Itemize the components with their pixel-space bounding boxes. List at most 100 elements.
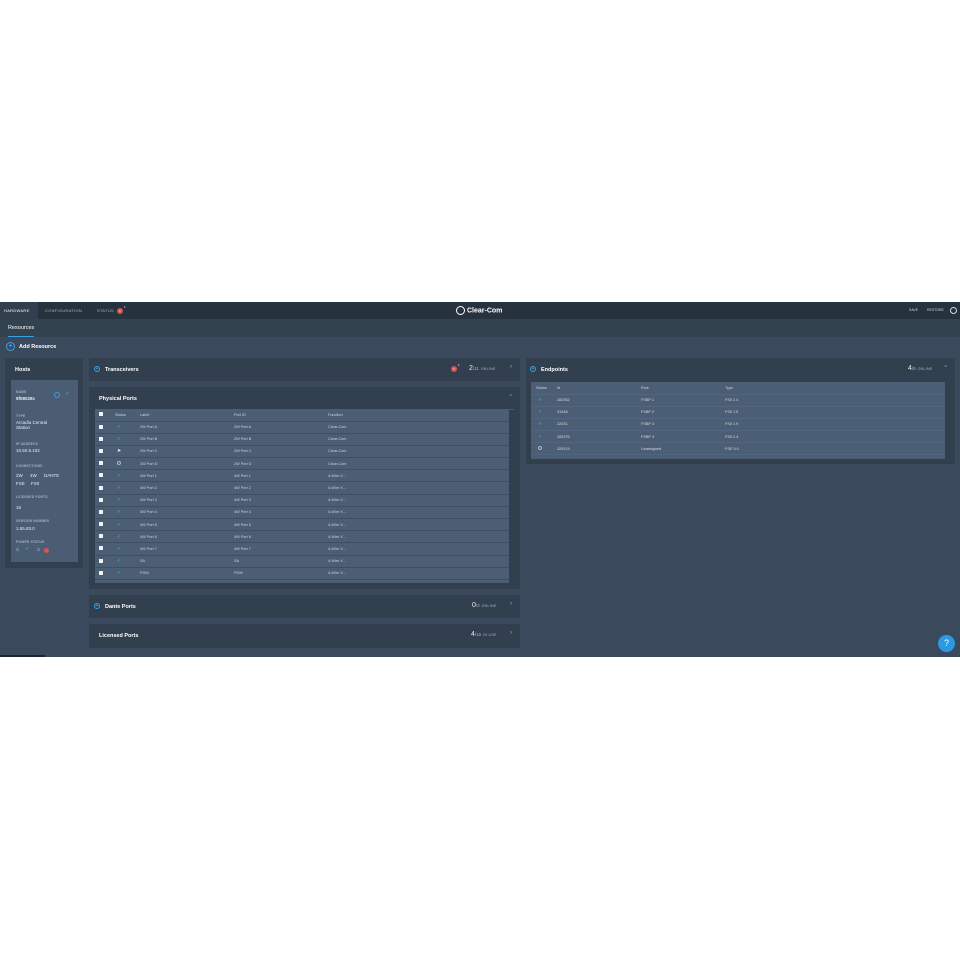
row-checkbox[interactable] xyxy=(99,436,103,441)
physical-ports-panel: Physical Ports › Status Label Port ID Fu… xyxy=(89,387,520,589)
table-row[interactable]: ✓ SA SA 4-Wire X... xyxy=(95,555,509,568)
port-status: ✓ xyxy=(115,470,140,482)
port-id: 4W Port 3 xyxy=(234,498,251,503)
row-checkbox[interactable] xyxy=(99,485,103,490)
add-resource-label: Add Resource xyxy=(19,343,57,350)
table-row[interactable]: ✓ 31448 FSBP 2 FSII 1.9 xyxy=(531,406,945,419)
column-header-type[interactable]: Type xyxy=(725,382,945,394)
table-row[interactable]: ✓ 2W Port B 2W Port B Clear-Com xyxy=(95,433,509,446)
status-alert-badge: × xyxy=(117,307,123,314)
host-settings-icon[interactable] xyxy=(54,392,60,398)
column-header-status[interactable]: Status xyxy=(115,409,140,421)
status-ok-check-icon: ✓ xyxy=(117,558,121,564)
port-status: ✓ xyxy=(115,433,140,445)
tab-hardware[interactable]: HARDWARE xyxy=(0,302,38,319)
mouse-cursor-icon: ➤ xyxy=(117,448,122,455)
column-header-id[interactable]: Id xyxy=(557,382,641,394)
port-label: 4W Port 7 xyxy=(140,546,157,551)
horizontal-scrollbar[interactable] xyxy=(0,655,45,657)
connection-fse: FSE xyxy=(16,481,25,486)
table-row[interactable]: ✓ 4W Port 1 4W Port 1 4-Wire X... xyxy=(95,470,509,482)
restore-button[interactable]: RESTORE xyxy=(927,302,944,319)
table-row[interactable]: ✓ 282976 FSBP 4 FSII 2.4 xyxy=(531,431,945,443)
column-header-label[interactable]: Label xyxy=(140,409,234,421)
power-supply-2-icon: ⏻ xyxy=(37,547,41,552)
row-checkbox[interactable] xyxy=(99,448,103,453)
transceivers-status: ONLINE xyxy=(480,367,496,371)
licensed-ports-panel[interactable]: Licensed Ports 4/16 IN USE › xyxy=(89,624,520,648)
port-status: ✓ xyxy=(115,421,140,433)
table-row[interactable]: 2W Port D 2W Port D Clear-Com xyxy=(95,458,509,470)
table-row[interactable]: ✓ 282952 FSBP 1 FSII 2.4 xyxy=(531,394,945,407)
dante-ports-panel[interactable]: + Dante Ports 0/3 ONLINE › xyxy=(89,595,520,618)
table-row[interactable]: 329219 Unassigned FSE 5.0 xyxy=(531,443,945,455)
table-row[interactable]: ✓ 4W Port 5 4W Port 5 4-Wire X... xyxy=(95,519,509,531)
transceivers-title: Transceivers xyxy=(105,367,139,373)
row-checkbox[interactable] xyxy=(99,570,103,575)
globe-icon[interactable] xyxy=(950,307,957,314)
column-header-role[interactable]: Role xyxy=(641,382,725,394)
column-header-status[interactable]: Status xyxy=(531,382,557,394)
dante-total: /3 xyxy=(475,603,480,608)
dante-ports-expand-icon[interactable]: + xyxy=(94,603,100,609)
help-button[interactable]: ? xyxy=(938,635,955,652)
column-header-port-id[interactable]: Port ID xyxy=(234,409,328,421)
connection-4w: 4W xyxy=(30,473,37,478)
host-name-label: NAME xyxy=(16,390,27,394)
host-name: 9f08028c xyxy=(16,396,36,401)
host-online-check-icon: ✓ xyxy=(65,391,70,397)
endpoints-panel: + Endpoints 4/5 ONLINE › Status Id Role … xyxy=(526,358,955,464)
table-row[interactable]: ✓ PGM PGM 4-Wire X... xyxy=(95,567,509,580)
licensed-ports-chevron-right-icon[interactable]: › xyxy=(510,630,512,636)
table-row[interactable]: ✓ 2W Port A 2W Port A Clear-Com xyxy=(95,421,509,434)
table-row[interactable]: ✓ 4W Port 6 4W Port 6 4-Wire X... xyxy=(95,531,509,543)
physical-ports-table: Status Label Port ID Function ✓ 2W Port A… xyxy=(95,409,509,580)
endpoint-type: FSII 1.9 xyxy=(725,410,739,415)
transceivers-panel[interactable]: + Transceivers × 1 2/11 ONLINE › xyxy=(89,358,520,381)
row-checkbox[interactable] xyxy=(99,522,103,527)
column-header-function[interactable]: Function xyxy=(328,409,509,421)
endpoint-id: 22031 xyxy=(557,422,568,427)
row-checkbox[interactable] xyxy=(99,509,103,514)
physical-ports-chevron-down-icon[interactable]: › xyxy=(507,394,513,396)
table-row[interactable]: ✓ 4W Port 7 4W Port 7 4-Wire X... xyxy=(95,543,509,556)
table-row[interactable]: ✓ 4W Port 2 4W Port 2 4-Wire X... xyxy=(95,482,509,495)
row-checkbox-cell xyxy=(95,458,115,470)
row-checkbox[interactable] xyxy=(99,473,103,478)
transceivers-chevron-right-icon[interactable]: › xyxy=(510,364,512,370)
table-row[interactable]: ✓ 4W Port 3 4W Port 3 4-Wire X... xyxy=(95,494,509,507)
endpoint-role: FSBP 1 xyxy=(641,398,655,403)
row-checkbox[interactable] xyxy=(99,534,103,539)
save-button[interactable]: SAVE xyxy=(909,302,918,319)
power-1-ok-icon: ✓ xyxy=(25,546,30,552)
port-id: 4W Port 2 xyxy=(234,486,251,491)
table-row[interactable]: ✓ 4W Port 4 4W Port 4 4-Wire X... xyxy=(95,506,509,519)
tab-resources[interactable]: Resources xyxy=(8,319,35,337)
tab-configuration[interactable]: CONFIGURATION xyxy=(41,302,86,319)
licensed-total: /16 xyxy=(474,632,482,637)
transceivers-expand-icon[interactable]: + xyxy=(94,366,100,372)
row-checkbox-cell xyxy=(95,543,115,555)
select-all-checkbox[interactable] xyxy=(99,412,103,417)
table-row[interactable]: ➤ 2W Port C 2W Port C Clear-Com xyxy=(95,445,509,458)
port-label: 4W Port 1 xyxy=(140,473,157,478)
tab-status[interactable]: STATUS ×1 xyxy=(93,302,129,319)
row-checkbox-cell xyxy=(95,421,115,433)
port-function: 4-Wire X... xyxy=(328,571,346,576)
row-checkbox[interactable] xyxy=(99,424,103,429)
endpoints-expand-icon[interactable]: + xyxy=(530,366,536,372)
host-card[interactable]: NAME 9f08028c ✓ TYPE Arcadia Central Sta… xyxy=(11,380,78,562)
endpoint-status: ✓ xyxy=(531,406,557,418)
row-checkbox[interactable] xyxy=(99,558,103,563)
status-ok-check-icon: ✓ xyxy=(538,397,542,403)
add-resource-button[interactable]: + Add Resource xyxy=(6,342,56,351)
dante-ports-chevron-right-icon[interactable]: › xyxy=(510,601,512,607)
row-checkbox[interactable] xyxy=(99,461,103,466)
endpoints-chevron-down-icon[interactable]: › xyxy=(942,365,948,367)
port-id: PGM xyxy=(234,571,243,576)
row-checkbox[interactable] xyxy=(99,546,103,551)
dante-status: ONLINE xyxy=(481,604,497,608)
table-row[interactable]: ✓ 22031 FSBP 3 FSII 1.9 xyxy=(531,418,945,431)
row-checkbox[interactable] xyxy=(99,497,103,502)
status-ok-check-icon: ✓ xyxy=(117,472,121,478)
